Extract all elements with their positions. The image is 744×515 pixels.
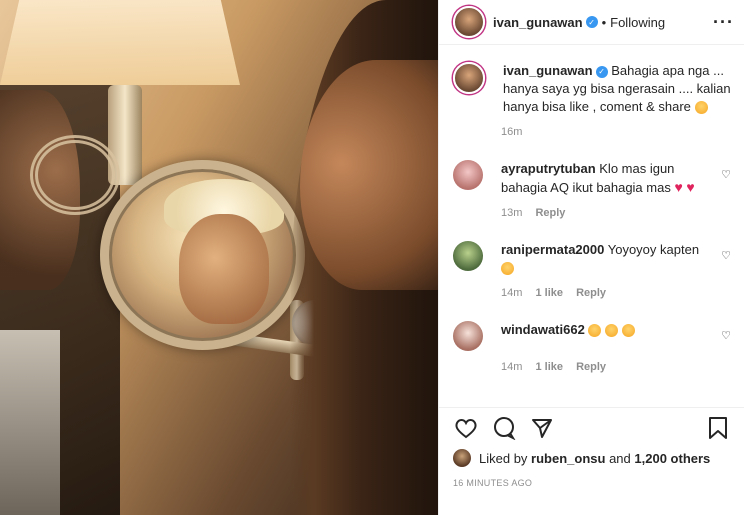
liked-and: and [609, 450, 631, 466]
heart-icon[interactable]: ♡ [721, 168, 731, 181]
post-timestamp[interactable]: 16 MINUTES AGO [453, 478, 532, 488]
comment-time[interactable]: 13m [501, 207, 522, 219]
red-heart-emoji-icon: ♥ [674, 179, 683, 195]
comment-row: ayraputrytuban Klo mas igun bahagia AQ i… [453, 160, 731, 197]
caption-avatar[interactable] [453, 62, 485, 94]
caption-text: ivan_gunawan ✓ Bahagia apa nga ... hanya … [503, 62, 731, 116]
post-photo [0, 0, 438, 515]
star-struck-emoji-icon [621, 324, 635, 338]
comment-time[interactable]: 14m [501, 287, 522, 299]
comment-avatar[interactable] [453, 160, 483, 190]
caption-time[interactable]: 16m [501, 126, 522, 138]
comment-icon[interactable] [491, 415, 517, 441]
bookmark-icon[interactable] [705, 415, 731, 441]
caption-row: ivan_gunawan ✓ Bahagia apa nga ... hanya … [453, 62, 731, 116]
post-side-panel: ivan_gunawan ✓ • Following ··· ivan_guna… [438, 0, 744, 515]
comment-meta: 13m Reply [501, 207, 731, 219]
caption-username[interactable]: ivan_gunawan [503, 63, 593, 78]
list-item: ranipermata2000 Yoyoyoy kapten ♡ 14m 1 l… [453, 241, 731, 299]
author-avatar[interactable] [453, 6, 485, 38]
comment-meta: 14m 1 like Reply [501, 287, 731, 299]
follow-status-button[interactable]: Following [610, 15, 665, 30]
liker-avatar[interactable] [453, 449, 471, 467]
post-header: ivan_gunawan ✓ • Following ··· [439, 0, 744, 45]
more-icon[interactable]: ··· [713, 12, 734, 33]
comment-row: windawati662 ♡ [453, 321, 731, 351]
star-struck-emoji-icon [501, 262, 514, 276]
heart-icon[interactable]: ♡ [721, 329, 731, 342]
comments-list: ivan_gunawan ✓ Bahagia apa nga ... hanya … [439, 46, 744, 406]
photo-mirror [100, 160, 305, 350]
comment-avatar[interactable] [453, 321, 483, 351]
photo-lamp-shade [0, 0, 240, 85]
reply-button[interactable]: Reply [576, 361, 606, 373]
caption-meta: 16m [501, 126, 731, 138]
star-struck-emoji-icon [588, 324, 602, 338]
comment-text: ayraputrytuban Klo mas igun bahagia AQ i… [501, 160, 715, 197]
comment-likes[interactable]: 1 like [535, 361, 563, 373]
list-item: windawati662 ♡ 14m 1 like Reply [453, 321, 731, 373]
red-heart-emoji-icon: ♥ [686, 179, 695, 195]
star-struck-emoji-icon [605, 324, 619, 338]
reply-button[interactable]: Reply [576, 287, 606, 299]
comment-row: ranipermata2000 Yoyoyoy kapten ♡ [453, 241, 731, 277]
photo-mirror-face [179, 214, 269, 324]
comment-likes[interactable]: 1 like [535, 287, 563, 299]
verified-icon: ✓ [585, 16, 598, 28]
liker-username[interactable]: ruben_onsu [531, 451, 605, 466]
comment-text: windawati662 [501, 321, 715, 339]
list-item: ayraputrytuban Klo mas igun bahagia AQ i… [453, 160, 731, 219]
comment-body: Yoyoyoy kapten [607, 242, 700, 257]
reply-button[interactable]: Reply [535, 207, 565, 219]
comment-username[interactable]: windawati662 [501, 322, 585, 337]
author-username[interactable]: ivan_gunawan [493, 15, 583, 30]
liked-by: Liked by ruben_onsu and 1,200 others [453, 449, 710, 467]
verified-icon: ✓ [595, 65, 608, 78]
comment-time[interactable]: 14m [501, 361, 522, 373]
action-bar [439, 407, 744, 447]
share-icon[interactable] [529, 415, 555, 441]
comment-text: ranipermata2000 Yoyoyoy kapten [501, 241, 715, 277]
grin-emoji-icon [694, 101, 708, 115]
comment-meta: 14m 1 like Reply [501, 361, 731, 373]
photo-bottom-left [0, 330, 60, 515]
likes-count[interactable]: 1,200 others [634, 451, 710, 466]
separator-dot: • [601, 14, 607, 30]
liked-prefix: Liked by [479, 450, 528, 466]
photo-fixture-coil [30, 135, 120, 215]
comment-username[interactable]: ayraputrytuban [501, 161, 596, 176]
heart-icon[interactable] [453, 415, 479, 441]
heart-icon[interactable]: ♡ [721, 249, 731, 262]
comment-username[interactable]: ranipermata2000 [501, 242, 604, 257]
comment-avatar[interactable] [453, 241, 483, 271]
